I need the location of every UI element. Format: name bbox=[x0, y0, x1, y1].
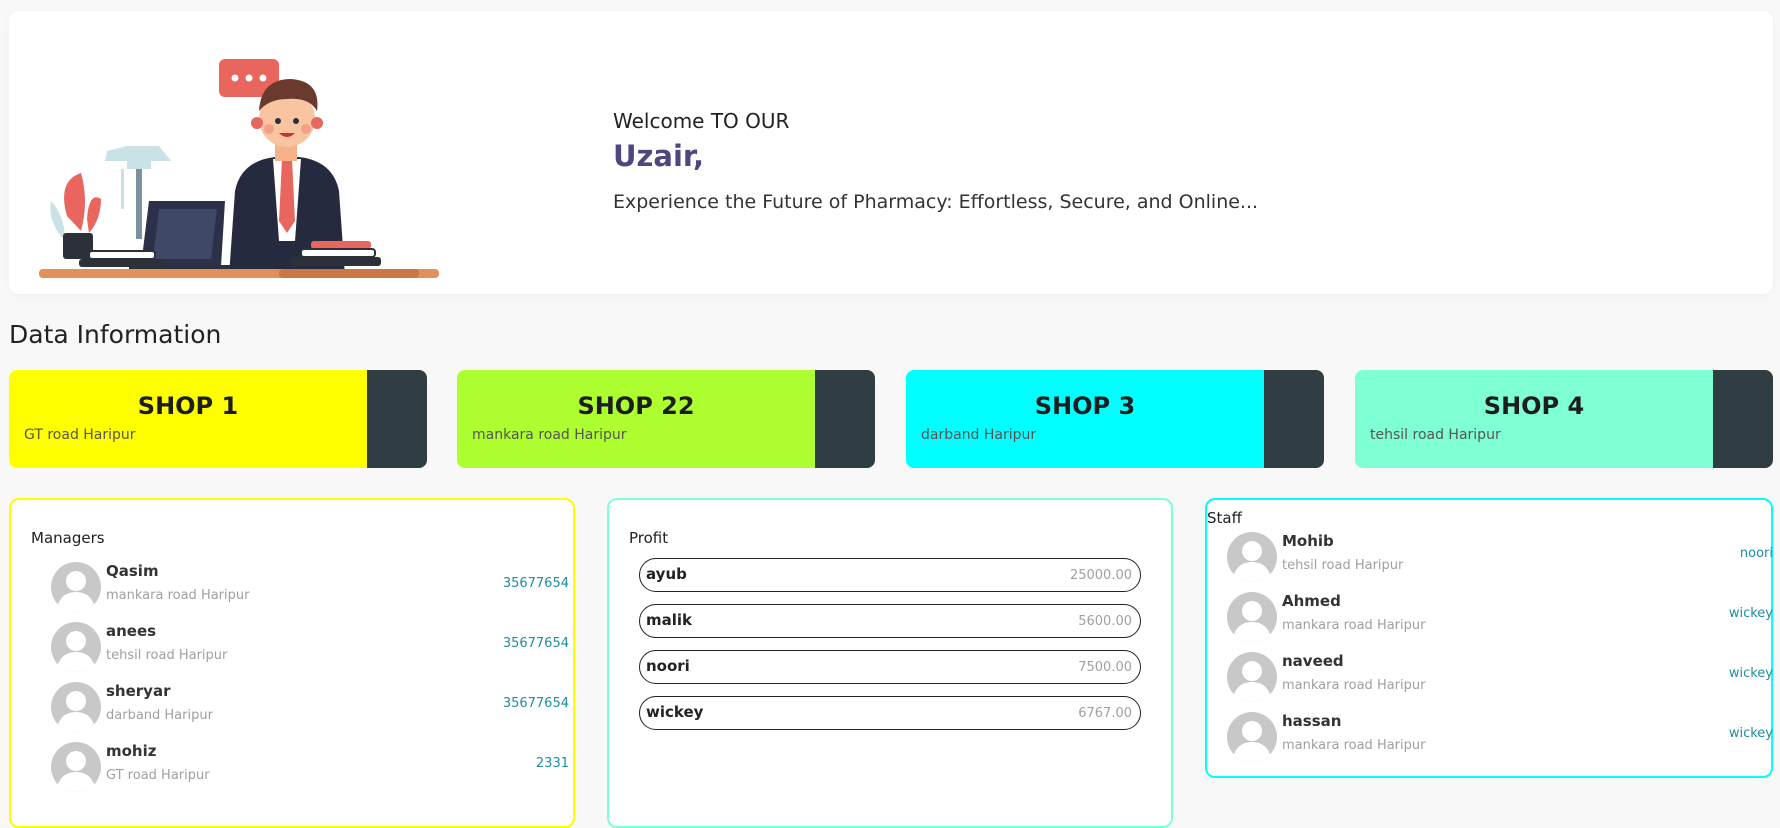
staff-assigned-to: wickey bbox=[1728, 606, 1773, 621]
welcome-text: Welcome TO OUR bbox=[613, 109, 790, 133]
manager-location: GT road Haripur bbox=[106, 768, 210, 783]
staff-location: mankara road Haripur bbox=[1282, 738, 1426, 753]
tagline: Experience the Future of Pharmacy: Effor… bbox=[613, 191, 1259, 213]
manager-location: mankara road Haripur bbox=[106, 588, 250, 603]
staff-name: Mohib bbox=[1282, 532, 1334, 550]
staff-assigned-to: wickey bbox=[1728, 726, 1773, 741]
profit-value: 6767.00 bbox=[1078, 706, 1132, 721]
shop-card-1[interactable]: SHOP 1 GT road Haripur bbox=[9, 370, 427, 468]
welcome-banner: Welcome TO OUR Uzair, Experience the Fut… bbox=[9, 11, 1773, 294]
staff-location: mankara road Haripur bbox=[1282, 678, 1426, 693]
profit-row[interactable]: ayub 25000.00 bbox=[639, 558, 1141, 592]
shop-card-body: SHOP 22 mankara road Haripur bbox=[457, 370, 815, 468]
profit-value: 25000.00 bbox=[1069, 568, 1132, 583]
shop-title: SHOP 1 bbox=[137, 392, 239, 420]
profit-name: malik bbox=[646, 611, 693, 629]
manager-location: darband Haripur bbox=[106, 708, 213, 723]
list-item[interactable]: anees tehsil road Haripur 35677654 bbox=[51, 622, 569, 674]
staff-location: mankara road Haripur bbox=[1282, 618, 1426, 633]
list-item[interactable]: sheryar darband Haripur 35677654 bbox=[51, 682, 569, 734]
businessman-at-desk-illustration bbox=[29, 41, 449, 291]
profit-value: 7500.00 bbox=[1078, 660, 1132, 675]
managers-panel: Managers Qasim mankara road Haripur 3567… bbox=[9, 498, 575, 828]
shop-card-body: SHOP 4 tehsil road Haripur bbox=[1355, 370, 1713, 468]
manager-name: sheryar bbox=[106, 682, 171, 700]
profit-panel: Profit ayub 25000.00 malik 5600.00 noori… bbox=[607, 498, 1173, 828]
manager-phone: 35677654 bbox=[502, 576, 569, 591]
avatar bbox=[51, 742, 101, 792]
manager-location: tehsil road Haripur bbox=[106, 648, 228, 663]
staff-name: hassan bbox=[1282, 712, 1342, 730]
shop-title: SHOP 3 bbox=[1034, 392, 1136, 420]
avatar bbox=[1227, 592, 1277, 642]
avatar bbox=[1227, 712, 1277, 762]
list-item[interactable]: Ahmed mankara road Haripur wickey bbox=[1227, 592, 1773, 644]
shop-card-side bbox=[367, 370, 427, 468]
shop-card-body: SHOP 1 GT road Haripur bbox=[9, 370, 367, 468]
manager-name: mohiz bbox=[106, 742, 157, 760]
shop-location: tehsil road Haripur bbox=[1370, 427, 1501, 443]
avatar bbox=[51, 622, 101, 672]
manager-phone: 35677654 bbox=[502, 696, 569, 711]
profit-name: noori bbox=[646, 657, 690, 675]
profit-row[interactable]: wickey 6767.00 bbox=[639, 696, 1141, 730]
avatar bbox=[1227, 532, 1277, 582]
staff-name: naveed bbox=[1282, 652, 1344, 670]
shop-card-body: SHOP 3 darband Haripur bbox=[906, 370, 1264, 468]
profit-name: wickey bbox=[646, 703, 704, 721]
shop-location: GT road Haripur bbox=[24, 427, 136, 443]
list-item[interactable]: hassan mankara road Haripur wickey bbox=[1227, 712, 1773, 764]
profit-value: 5600.00 bbox=[1078, 614, 1132, 629]
shop-location: darband Haripur bbox=[921, 427, 1037, 443]
user-name: Uzair, bbox=[613, 139, 704, 173]
list-item[interactable]: Mohib tehsil road Haripur noori bbox=[1227, 532, 1773, 584]
manager-name: anees bbox=[106, 622, 157, 640]
manager-phone: 2331 bbox=[535, 756, 569, 771]
profit-row[interactable]: malik 5600.00 bbox=[639, 604, 1141, 638]
shop-card-side bbox=[1264, 370, 1324, 468]
avatar bbox=[51, 682, 101, 732]
shop-location: mankara road Haripur bbox=[472, 427, 627, 443]
shop-card-4[interactable]: SHOP 4 tehsil road Haripur bbox=[1355, 370, 1773, 468]
shop-card-3[interactable]: SHOP 3 darband Haripur bbox=[906, 370, 1324, 468]
manager-phone: 35677654 bbox=[502, 636, 569, 651]
section-title: Data Information bbox=[9, 320, 222, 349]
staff-name: Ahmed bbox=[1282, 592, 1341, 610]
staff-location: tehsil road Haripur bbox=[1282, 558, 1404, 573]
profit-name: ayub bbox=[646, 565, 687, 583]
hero-text: Welcome TO OUR Uzair, Experience the Fut… bbox=[613, 109, 1258, 213]
shop-title: SHOP 22 bbox=[577, 392, 695, 420]
list-item[interactable]: mohiz GT road Haripur 2331 bbox=[51, 742, 569, 794]
list-item[interactable]: naveed mankara road Haripur wickey bbox=[1227, 652, 1773, 704]
shop-card-side bbox=[815, 370, 875, 468]
staff-panel: Staff Mohib tehsil road Haripur noori Ah… bbox=[1205, 498, 1773, 778]
manager-name: Qasim bbox=[106, 562, 159, 580]
list-item[interactable]: Qasim mankara road Haripur 35677654 bbox=[51, 562, 569, 614]
managers-title: Managers bbox=[31, 529, 105, 547]
profit-row[interactable]: noori 7500.00 bbox=[639, 650, 1141, 684]
staff-title: Staff bbox=[1207, 509, 1242, 527]
profit-title: Profit bbox=[629, 529, 669, 547]
staff-assigned-to: noori bbox=[1739, 546, 1773, 561]
avatar bbox=[1227, 652, 1277, 702]
staff-assigned-to: wickey bbox=[1728, 666, 1773, 681]
shop-card-2[interactable]: SHOP 22 mankara road Haripur bbox=[457, 370, 875, 468]
shop-card-side bbox=[1713, 370, 1773, 468]
avatar bbox=[51, 562, 101, 612]
shop-title: SHOP 4 bbox=[1483, 392, 1585, 420]
